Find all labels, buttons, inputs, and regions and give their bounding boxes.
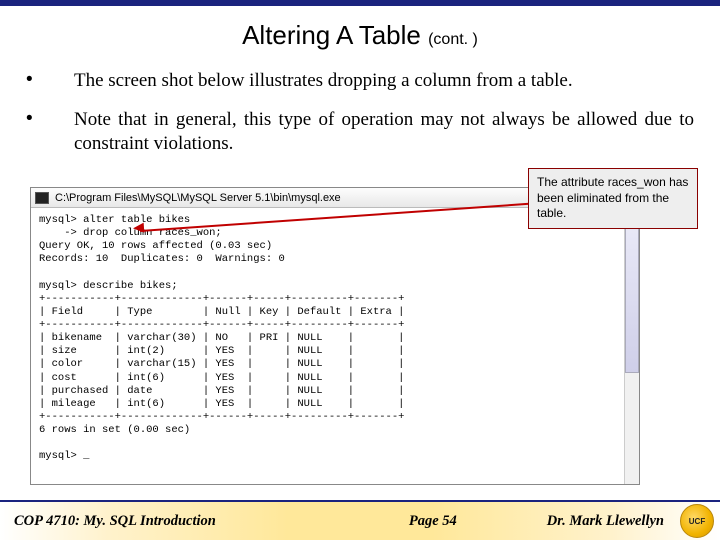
annotation-arrow-head	[133, 223, 145, 234]
terminal-screenshot: C:\Program Files\MySQL\MySQL Server 5.1\…	[30, 187, 640, 485]
bullet-item: • Note that in general, this type of ope…	[26, 108, 694, 157]
slide-title: Altering A Table (cont. )	[0, 20, 720, 51]
bullet-list: • The screen shot below illustrates drop…	[0, 69, 720, 157]
bullet-text: The screen shot below illustrates droppi…	[74, 69, 694, 94]
title-main: Altering A Table	[242, 20, 421, 50]
bullet-marker: •	[26, 69, 74, 94]
logo-text: UCF	[689, 517, 705, 526]
scroll-thumb[interactable]	[625, 223, 639, 373]
bullet-text: Note that in general, this type of opera…	[74, 108, 694, 157]
title-cont: (cont. )	[428, 31, 478, 48]
footer-course: COP 4710: My. SQL Introduction	[14, 513, 409, 530]
annotation-callout: The attribute races_won has been elimina…	[528, 168, 698, 229]
footer-author: Dr. Mark Llewellyn	[547, 513, 664, 530]
scrollbar[interactable]: ▲	[624, 208, 639, 484]
bullet-item: • The screen shot below illustrates drop…	[26, 69, 694, 94]
slide-footer: COP 4710: My. SQL Introduction Page 54 D…	[0, 500, 720, 540]
terminal-icon	[35, 192, 49, 204]
footer-page: Page 54	[409, 513, 457, 530]
top-accent-bar	[0, 0, 720, 6]
terminal-path: C:\Program Files\MySQL\MySQL Server 5.1\…	[55, 192, 341, 204]
bullet-marker: •	[26, 108, 74, 157]
terminal-body: mysql> alter table bikes -> drop column …	[31, 208, 639, 466]
ucf-logo: UCF	[680, 504, 714, 538]
